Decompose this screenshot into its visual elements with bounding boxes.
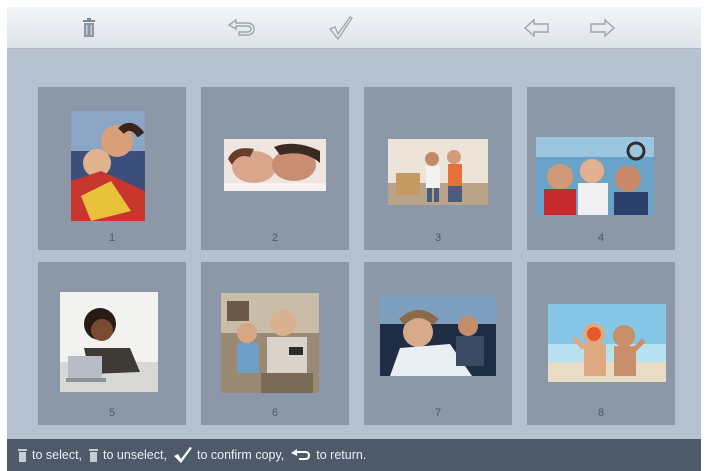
thumbnail-number: 1 [108,232,116,244]
photo-frame-screen: 1 2 3 4 5 6 7 8 to select, to unselect, … [7,7,701,471]
thumbnail-3[interactable]: 3 [364,87,512,250]
trash-icon [83,18,95,37]
thumbnail-7[interactable]: 7 [364,262,512,425]
trash-icon [17,448,28,463]
photo-8 [548,304,666,382]
thumbnail-number: 3 [434,232,442,244]
checkmark-icon [328,16,353,41]
thumbnail-number: 8 [597,407,605,419]
photo-5 [60,292,158,392]
previous-button[interactable] [520,13,554,43]
hint-select-text: to select, [32,448,83,462]
hint-return-text: to return. [316,448,367,462]
return-icon [290,448,312,462]
arrow-right-icon [590,19,615,37]
thumbnail-8[interactable]: 8 [527,262,675,425]
thumbnail-number: 2 [271,232,279,244]
photo-7 [380,296,496,376]
thumbnail-5[interactable]: 5 [38,262,186,425]
thumbnail-2[interactable]: 2 [201,87,349,250]
thumbnail-number: 6 [271,407,279,419]
photo-2 [224,139,326,191]
return-button[interactable] [225,13,259,43]
photo-4 [536,137,654,215]
thumbnail-number: 4 [597,232,605,244]
thumbnail-6[interactable]: 6 [201,262,349,425]
hint-bar: to select, to unselect, to confirm copy,… [7,439,701,471]
thumbnail-4[interactable]: 4 [527,87,675,250]
return-icon [227,19,255,36]
next-button[interactable] [585,13,619,43]
trash-button[interactable] [72,13,106,43]
photo-1 [71,111,145,221]
confirm-button[interactable] [323,13,357,43]
thumbnail-grid: 1 2 3 4 5 6 7 8 [7,57,701,435]
hint-confirm-text: to confirm copy, [196,448,285,462]
thumbnail-1[interactable]: 1 [38,87,186,250]
photo-6 [221,293,319,393]
thumbnail-number: 5 [108,407,116,419]
hint-unselect-text: to unselect, [103,448,167,462]
trash-icon [88,448,99,463]
toolbar [7,7,701,49]
thumbnail-number: 7 [434,407,442,419]
checkmark-icon [173,446,193,464]
arrow-left-icon [524,19,549,37]
photo-3 [388,139,488,205]
